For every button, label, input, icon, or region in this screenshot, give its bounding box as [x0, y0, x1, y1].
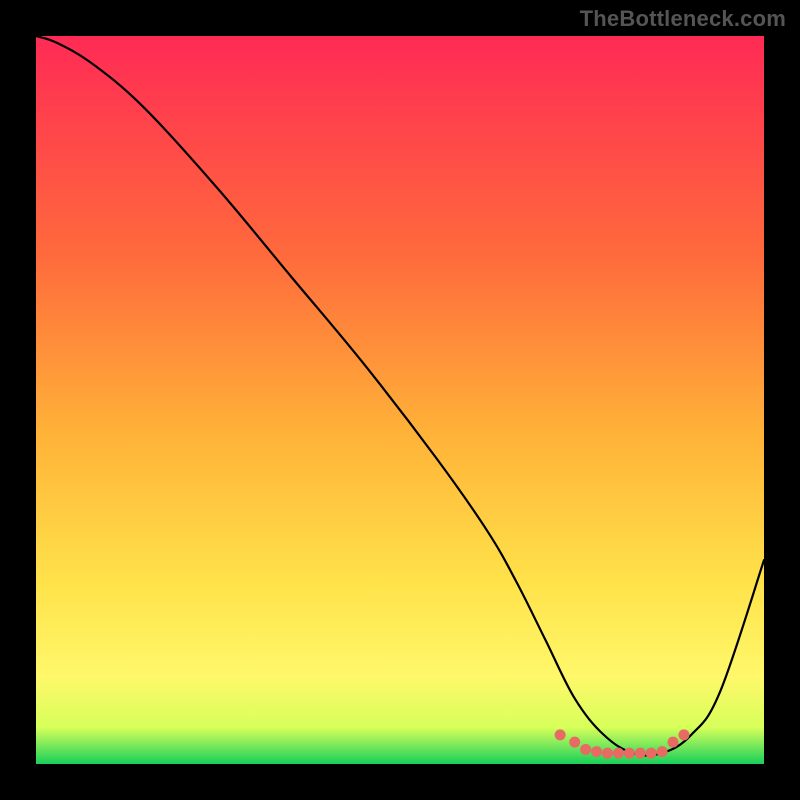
trough-dot: [657, 746, 668, 757]
trough-dot: [678, 729, 689, 740]
trough-dot: [602, 748, 613, 759]
trough-dot: [635, 748, 646, 759]
chart-svg: [36, 36, 764, 764]
trough-dot: [624, 748, 635, 759]
trough-dot: [580, 744, 591, 755]
gradient-background: [36, 36, 764, 764]
trough-dot: [591, 746, 602, 757]
trough-dot: [613, 748, 624, 759]
watermark-label: TheBottleneck.com: [580, 6, 786, 32]
trough-dot: [646, 748, 657, 759]
plot-area: [36, 36, 764, 764]
trough-dot: [555, 729, 566, 740]
chart-stage: TheBottleneck.com: [0, 0, 800, 800]
trough-dot: [668, 737, 679, 748]
trough-dot: [569, 737, 580, 748]
